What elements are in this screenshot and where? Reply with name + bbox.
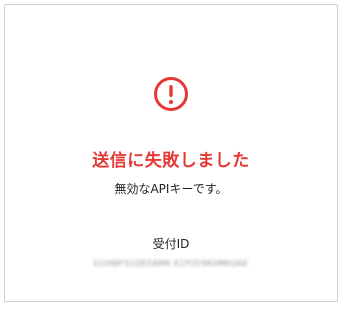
receipt-id-label: 受付ID: [152, 237, 190, 251]
error-title: 送信に失敗しました: [92, 151, 250, 171]
error-dialog: 送信に失敗しました 無効なAPIキーです。 受付ID 01HWFS2ZK5AM6…: [4, 4, 338, 302]
exclamation-circle-icon: [154, 77, 188, 111]
receipt-id-value: 01HWFS2ZK5AM6 K1P2E9K0MKQ6E: [93, 259, 249, 268]
error-message: 無効なAPIキーです。: [114, 182, 228, 196]
